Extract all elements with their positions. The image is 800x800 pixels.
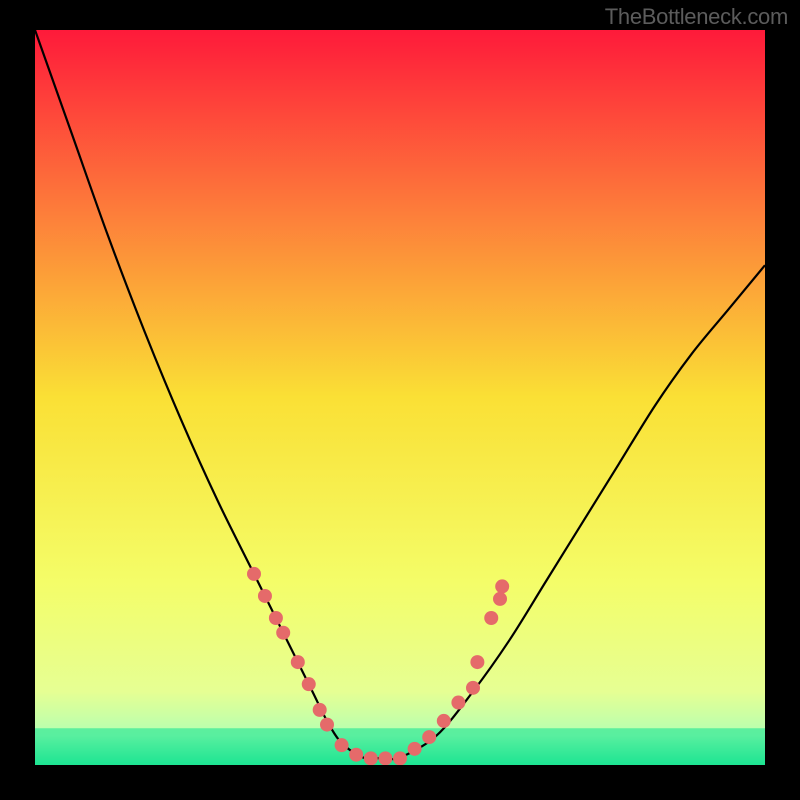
highlight-dot (393, 751, 407, 765)
highlight-dot (313, 703, 327, 717)
chart-frame: TheBottleneck.com (0, 0, 800, 800)
highlight-dot (378, 751, 392, 765)
highlight-dot (320, 718, 334, 732)
highlight-dot (451, 696, 465, 710)
watermark-label: TheBottleneck.com (605, 4, 788, 30)
highlight-dot (408, 742, 422, 756)
highlight-dot (495, 579, 509, 593)
highlight-dot (470, 655, 484, 669)
highlight-dot (437, 714, 451, 728)
highlight-dot (335, 738, 349, 752)
chart-svg (35, 30, 765, 765)
highlight-dot (291, 655, 305, 669)
highlight-dot (247, 567, 261, 581)
plot-area (35, 30, 765, 765)
highlight-dot (258, 589, 272, 603)
highlight-dot (422, 730, 436, 744)
highlight-dot (364, 751, 378, 765)
highlight-dot (493, 592, 507, 606)
highlight-dot (276, 626, 290, 640)
highlight-dot (302, 677, 316, 691)
highlight-dot (349, 748, 363, 762)
highlight-dot (484, 611, 498, 625)
gradient-bg (35, 30, 765, 765)
highlight-dot (466, 681, 480, 695)
highlight-dot (269, 611, 283, 625)
